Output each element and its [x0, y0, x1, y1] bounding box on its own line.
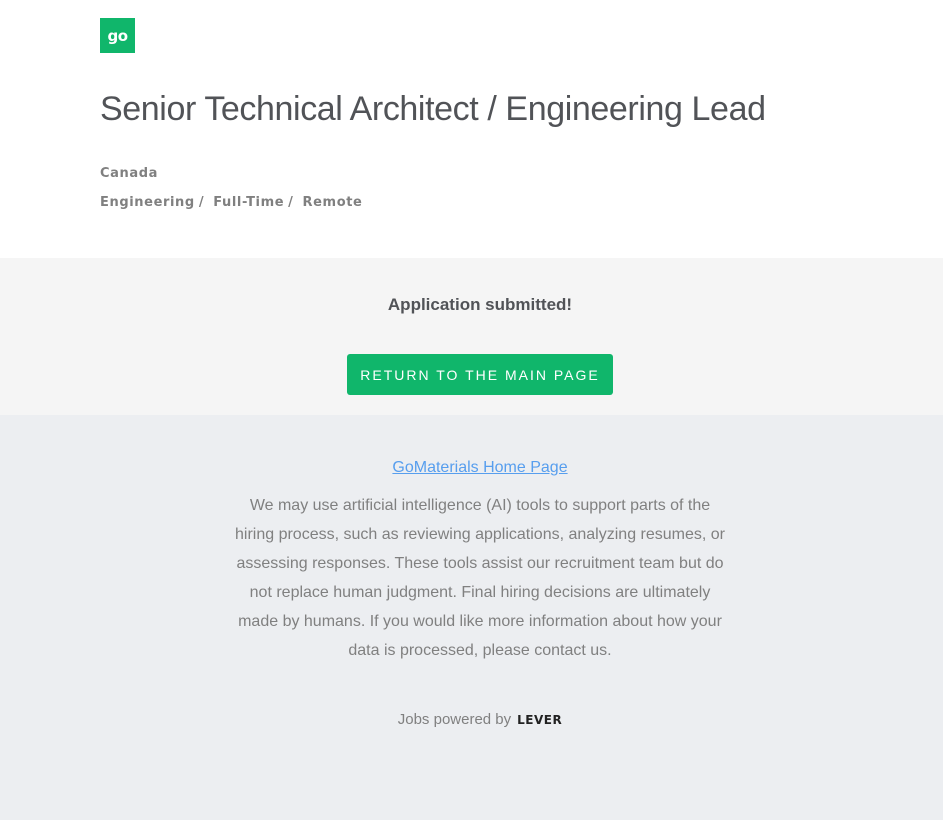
category-workplace: Remote: [302, 195, 363, 210]
powered-by-label: Jobs powered by: [397, 711, 512, 728]
company-logo[interactable]: go: [100, 18, 135, 53]
confirmation-message: Application submitted!: [387, 295, 573, 314]
company-home-link[interactable]: GoMaterials Home Page: [0, 459, 943, 477]
job-header: go Senior Technical Architect / Engineer…: [0, 0, 943, 258]
category-separator: /: [198, 195, 205, 210]
page: go Senior Technical Architect / Engineer…: [0, 0, 943, 820]
job-title: Senior Technical Architect / Engineering…: [100, 90, 766, 128]
confirmation-section: Application submitted! RETURN TO THE MAI…: [0, 258, 943, 415]
category-team: Engineering: [100, 195, 195, 210]
category-separator: /: [288, 195, 294, 210]
page-footer: GoMaterials Home Page We may use artific…: [0, 415, 943, 820]
lever-logo[interactable]: LEVER: [517, 713, 562, 727]
powered-by-lever[interactable]: Jobs powered by LEVER: [0, 711, 943, 728]
return-to-main-page-button[interactable]: RETURN TO THE MAIN PAGE: [347, 354, 613, 395]
category-commitment: Full-Time: [213, 195, 285, 210]
job-categories: Engineering / Full-Time / Remote: [100, 195, 362, 210]
job-location: Canada: [100, 166, 159, 181]
ai-notice-text: We may use artificial intelligence (AI) …: [234, 497, 725, 659]
